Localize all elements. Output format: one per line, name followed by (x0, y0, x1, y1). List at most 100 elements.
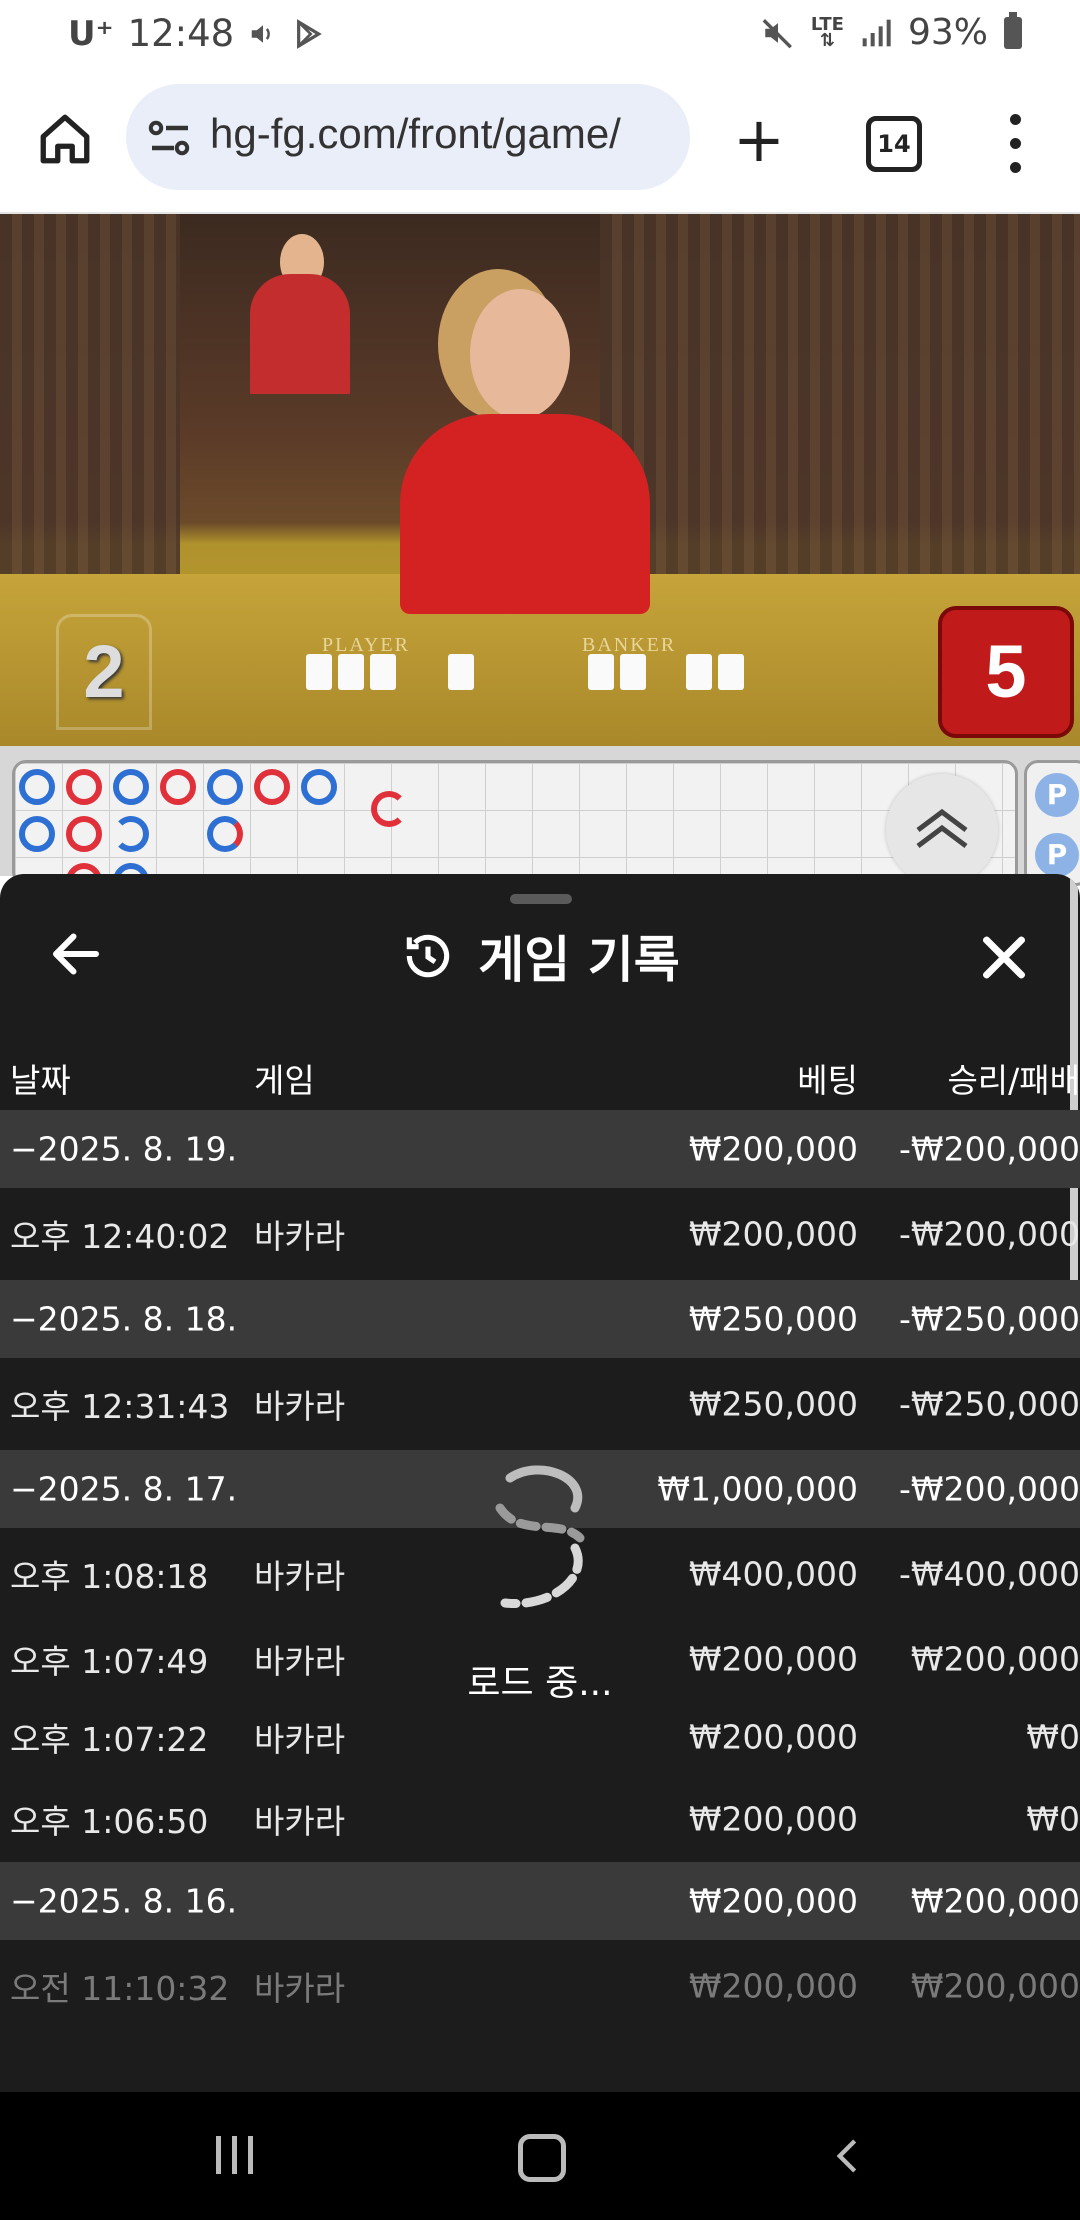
banker-ring (66, 769, 102, 805)
history-icon (407, 934, 450, 978)
close-button[interactable] (980, 934, 1028, 982)
address-bar[interactable]: hg-fg.com/front/game/ (126, 84, 690, 190)
row-result: -₩400,000 (898, 1554, 1080, 1594)
sheet-drag-handle[interactable] (510, 894, 572, 904)
dealer-head (470, 289, 570, 419)
sheet-title: 게임 기록 (478, 931, 680, 989)
row-time: 오후 1:07:22 (10, 1720, 209, 1759)
row-result: ₩0 (1026, 1717, 1080, 1757)
row-game: 바카라 (254, 1969, 346, 2008)
banker-card (588, 654, 614, 690)
system-home-button[interactable] (518, 2134, 566, 2182)
row-bet: ₩200,000 (688, 1639, 858, 1679)
row-time: 오후 1:08:18 (10, 1557, 209, 1596)
player-ring (207, 816, 243, 852)
mute-icon (762, 18, 792, 48)
row-result: ₩200,000 (910, 1966, 1080, 2006)
player-ring (113, 816, 149, 852)
group-bet-total: ₩200,000 (688, 1881, 858, 1921)
player-area-label: PLAYER (322, 634, 410, 656)
row-game: 바카라 (254, 1802, 346, 1841)
date-group-row[interactable]: −2025. 8. 19. ₩200,000 -₩200,000 (0, 1110, 1080, 1188)
banker-ring (66, 816, 102, 852)
group-result-total: ₩200,000 (910, 1881, 1080, 1921)
clock: 12:48 (127, 12, 235, 55)
signal-icon (862, 19, 891, 46)
date-group-row[interactable]: −2025. 8. 16. ₩200,000 ₩200,000 (0, 1862, 1080, 1940)
group-result-total: -₩200,000 (898, 1469, 1080, 1509)
home-button[interactable] (30, 104, 100, 174)
live-dealer-video[interactable]: PLAYER BANKER 2 5 (0, 214, 1080, 746)
tab-switcher-button[interactable]: 14 (866, 116, 922, 172)
history-row[interactable]: 오후 12:40:02 바카라 ₩200,000 -₩200,000 (0, 1188, 1080, 1280)
column-header-result: 승리/패배 (947, 1061, 1080, 1100)
history-row[interactable]: 오전 11:10:32 바카라 ₩200,000 ₩200,000 (0, 1940, 1080, 2032)
expand-roadmap-button[interactable] (886, 774, 998, 886)
row-bet: ₩250,000 (688, 1384, 858, 1424)
player-score: 2 (56, 614, 152, 730)
banker-card (620, 654, 646, 690)
bead-road-grid (12, 760, 1018, 899)
loading-overlay: 로드 중... (440, 1458, 640, 1708)
player-ring (19, 769, 55, 805)
row-result: -₩250,000 (898, 1384, 1080, 1424)
row-game: 바카라 (254, 1720, 346, 1759)
player-card (370, 654, 396, 690)
group-bet-total: ₩250,000 (688, 1299, 858, 1339)
lte-indicator: LTE ⇅ (810, 13, 844, 51)
background-curtain (600, 214, 1080, 634)
background-curtain (0, 214, 180, 634)
row-bet: ₩200,000 (688, 1799, 858, 1839)
browser-toolbar: hg-fg.com/front/game/ + 14 (0, 66, 1080, 214)
group-bet-total: ₩200,000 (688, 1129, 858, 1169)
row-time: 오후 1:06:50 (10, 1802, 209, 1841)
loading-text: 로드 중... (467, 1663, 613, 1704)
row-time: 오후 12:31:43 (10, 1387, 230, 1426)
row-time: 오후 12:40:02 (10, 1217, 230, 1256)
status-bar: U⁺ 12:48 LTE ⇅ 93% (0, 0, 1080, 66)
row-bet: ₩400,000 (688, 1554, 858, 1594)
banker-score: 5 (938, 606, 1074, 738)
double-chevron-up-icon (916, 808, 968, 848)
column-header-date: 날짜 (10, 1061, 71, 1100)
history-row[interactable]: 오후 1:07:22 바카라 ₩200,000 ₩0 (0, 1698, 1080, 1776)
group-date: −2025. 8. 17. (10, 1469, 238, 1509)
row-game: 바카라 (254, 1557, 346, 1596)
prediction-panel[interactable]: P P (1024, 760, 1080, 886)
column-header-game: 게임 (254, 1061, 315, 1100)
site-settings-icon[interactable] (146, 114, 194, 162)
player-ring (301, 769, 337, 805)
history-row[interactable]: 오후 1:06:50 바카라 ₩200,000 ₩0 (0, 1776, 1080, 1862)
row-time: 오후 1:07:49 (10, 1642, 209, 1681)
player-prediction[interactable]: P (1035, 833, 1079, 877)
road-map: P P (0, 746, 1080, 899)
url-text[interactable]: hg-fg.com/front/game/ (210, 110, 680, 158)
recent-apps-button[interactable] (216, 2136, 256, 2176)
banker-ring (371, 791, 407, 827)
system-navigation-bar (0, 2092, 1080, 2220)
group-date: −2025. 8. 19. (10, 1129, 238, 1169)
battery-icon (1004, 11, 1022, 49)
row-game: 바카라 (254, 1642, 346, 1681)
new-tab-button[interactable]: + (726, 109, 792, 176)
group-result-total: -₩200,000 (898, 1129, 1080, 1169)
row-time: 오전 11:10:32 (10, 1969, 230, 2008)
row-bet: ₩200,000 (688, 1214, 858, 1254)
play-store-icon (297, 18, 322, 49)
player-ring (19, 816, 55, 852)
battery-percent: 93% (907, 12, 988, 53)
row-game: 바카라 (254, 1387, 346, 1426)
volume-icon (251, 24, 271, 43)
history-row[interactable]: 오후 12:31:43 바카라 ₩250,000 -₩250,000 (0, 1358, 1080, 1450)
row-bet: ₩200,000 (688, 1717, 858, 1757)
banker-card (686, 654, 712, 690)
sheet-header: 게임 기록 (0, 920, 1080, 990)
group-result-total: -₩250,000 (898, 1299, 1080, 1339)
more-menu-button[interactable] (990, 108, 1040, 178)
system-back-button[interactable] (828, 2136, 868, 2176)
player-ring (113, 769, 149, 805)
row-result: -₩200,000 (898, 1214, 1080, 1254)
player-prediction[interactable]: P (1035, 773, 1079, 817)
date-group-row[interactable]: −2025. 8. 18. ₩250,000 -₩250,000 (0, 1280, 1080, 1358)
loading-spinner-icon (495, 1465, 585, 1609)
